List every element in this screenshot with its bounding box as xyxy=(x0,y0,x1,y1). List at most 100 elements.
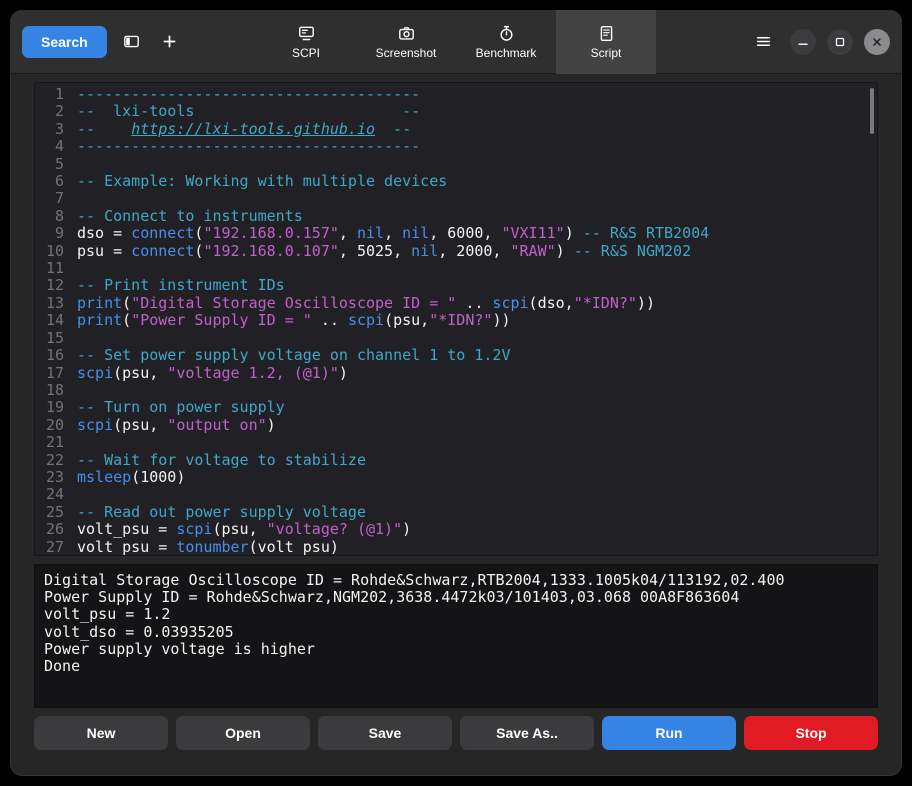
new-tab-button[interactable] xyxy=(154,26,186,58)
code-line: 21 xyxy=(35,434,877,451)
line-number: 19 xyxy=(35,399,77,416)
code-text: -------------------------------------- xyxy=(77,138,420,155)
code-line: 24 xyxy=(35,486,877,503)
code-line: 26volt_psu = scpi(psu, "voltage? (@1)") xyxy=(35,521,877,538)
code-text: -- Connect to instruments xyxy=(77,208,303,225)
script-icon xyxy=(598,25,615,42)
line-number: 13 xyxy=(35,295,77,312)
code-text: scpi(psu, "output on") xyxy=(77,417,276,434)
search-button[interactable]: Search xyxy=(22,26,107,58)
line-number: 16 xyxy=(35,347,77,364)
console-line: volt_psu = 1.2 xyxy=(44,606,868,623)
save-as-button[interactable]: Save As.. xyxy=(460,716,594,750)
code-line: 22-- Wait for voltage to stabilize xyxy=(35,452,877,469)
code-text: -------------------------------------- xyxy=(77,86,420,103)
line-number: 10 xyxy=(35,243,77,260)
code-line: 8-- Connect to instruments xyxy=(35,208,877,225)
header-left-group: Search xyxy=(22,26,186,58)
menu-icon xyxy=(755,33,772,50)
code-line: 7 xyxy=(35,190,877,207)
line-number: 22 xyxy=(35,452,77,469)
code-line: 17scpi(psu, "voltage 1.2, (@1)") xyxy=(35,365,877,382)
tab-label: Screenshot xyxy=(376,46,437,60)
line-number: 14 xyxy=(35,312,77,329)
line-number: 24 xyxy=(35,486,77,503)
lxi-tools-window: Search SCPIScreenshotBenchmarkScript 1--… xyxy=(10,10,902,776)
code-text: -- Wait for voltage to stabilize xyxy=(77,452,366,469)
code-line: 2-- lxi-tools -- xyxy=(35,103,877,120)
console-lines: Digital Storage Oscilloscope ID = Rohde&… xyxy=(44,572,868,675)
action-button-bar: NewOpenSaveSave As..RunStop xyxy=(34,716,878,750)
console-line: Power supply voltage is higher xyxy=(44,641,868,658)
line-number: 21 xyxy=(35,434,77,451)
stopwatch-icon xyxy=(498,25,515,42)
main-menu-button[interactable] xyxy=(747,26,779,58)
code-line: 18 xyxy=(35,382,877,399)
line-number: 15 xyxy=(35,330,77,347)
line-number: 7 xyxy=(35,190,77,207)
stop-button[interactable]: Stop xyxy=(744,716,878,750)
close-button[interactable] xyxy=(864,29,890,55)
code-line: 27volt_psu = tonumber(volt_psu) xyxy=(35,539,877,556)
tab-label: Benchmark xyxy=(476,46,537,60)
code-text: -- https://lxi-tools.github.io -- xyxy=(77,121,411,138)
line-number: 17 xyxy=(35,365,77,382)
code-line: 19-- Turn on power supply xyxy=(35,399,877,416)
code-text: dso = connect("192.168.0.157", nil, nil,… xyxy=(77,225,709,242)
line-number: 3 xyxy=(35,121,77,138)
line-number: 4 xyxy=(35,138,77,155)
tab-scpi[interactable]: SCPI xyxy=(256,10,356,74)
console-line: Power Supply ID = Rohde&Schwarz,NGM202,3… xyxy=(44,589,868,606)
run-button[interactable]: Run xyxy=(602,716,736,750)
header-right-group xyxy=(747,26,890,58)
code-line: 16-- Set power supply voltage on channel… xyxy=(35,347,877,364)
line-number: 1 xyxy=(35,86,77,103)
code-text: -- Set power supply voltage on channel 1… xyxy=(77,347,510,364)
line-number: 11 xyxy=(35,260,77,277)
tab-script[interactable]: Script xyxy=(556,10,656,74)
open-button[interactable]: Open xyxy=(176,716,310,750)
output-console[interactable]: Digital Storage Oscilloscope ID = Rohde&… xyxy=(34,564,878,708)
scpi-terminal-icon xyxy=(298,25,315,42)
console-line: volt_dso = 0.03935205 xyxy=(44,624,868,641)
tab-benchmark[interactable]: Benchmark xyxy=(456,10,556,74)
tab-label: Script xyxy=(591,46,622,60)
code-line: 4-------------------------------------- xyxy=(35,138,877,155)
code-text: scpi(psu, "voltage 1.2, (@1)") xyxy=(77,365,348,382)
line-number: 9 xyxy=(35,225,77,242)
editor-scrollbar[interactable] xyxy=(870,88,874,134)
line-number: 27 xyxy=(35,539,77,556)
line-number: 25 xyxy=(35,504,77,521)
code-line: 11 xyxy=(35,260,877,277)
maximize-button[interactable] xyxy=(827,29,853,55)
save-button[interactable]: Save xyxy=(318,716,452,750)
view-switcher: SCPI Screenshot Benchmark Script xyxy=(256,10,656,74)
script-editor[interactable]: 1--------------------------------------2… xyxy=(34,82,878,556)
code-text: -- Read out power supply voltage xyxy=(77,504,366,521)
header-bar: Search SCPI Screenshot Benchmark Script xyxy=(10,10,902,74)
sidebar-toggle-button[interactable] xyxy=(116,26,148,58)
code-text: psu = connect("192.168.0.107", 5025, nil… xyxy=(77,243,691,260)
code-line: 25-- Read out power supply voltage xyxy=(35,504,877,521)
line-number: 12 xyxy=(35,277,77,294)
minimize-button[interactable] xyxy=(790,29,816,55)
tab-screenshot[interactable]: Screenshot xyxy=(356,10,456,74)
new-button[interactable]: New xyxy=(34,716,168,750)
line-number: 8 xyxy=(35,208,77,225)
code-line: 23msleep(1000) xyxy=(35,469,877,486)
code-line: 20scpi(psu, "output on") xyxy=(35,417,877,434)
line-number: 6 xyxy=(35,173,77,190)
line-number: 5 xyxy=(35,156,77,173)
console-line: Digital Storage Oscilloscope ID = Rohde&… xyxy=(44,572,868,589)
plus-icon xyxy=(161,33,178,50)
line-number: 20 xyxy=(35,417,77,434)
code-text: print("Digital Storage Oscilloscope ID =… xyxy=(77,295,655,312)
code-text: -- Example: Working with multiple device… xyxy=(77,173,447,190)
code-text: volt_psu = tonumber(volt_psu) xyxy=(77,539,339,556)
code-line: 15 xyxy=(35,330,877,347)
tab-label: SCPI xyxy=(292,46,320,60)
minimize-icon xyxy=(796,35,810,49)
line-number: 2 xyxy=(35,103,77,120)
code-text: msleep(1000) xyxy=(77,469,185,486)
code-text: -- Turn on power supply xyxy=(77,399,285,416)
